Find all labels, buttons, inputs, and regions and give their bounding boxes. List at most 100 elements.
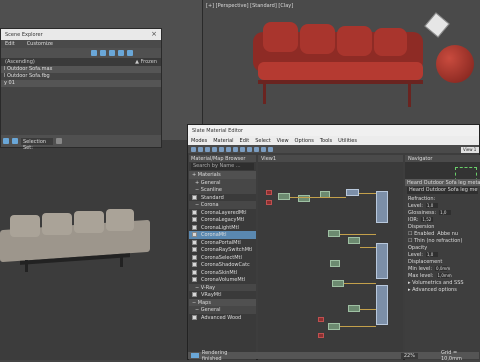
material-swatch-icon [192, 277, 197, 282]
col-name[interactable]: (Ascending) [5, 59, 35, 65]
navigator-title: Navigator [405, 155, 480, 162]
hide-icon[interactable] [226, 146, 231, 152]
camera-icon[interactable] [109, 50, 115, 56]
map-node[interactable] [328, 323, 340, 330]
material-type-item[interactable]: CoronaPortalMtl [189, 239, 256, 247]
viewport-label[interactable]: [+] [Perspective] [Standard] [Clay] [206, 3, 293, 9]
param-spinner[interactable]: 1,0 [425, 252, 438, 257]
show-map-icon[interactable] [233, 146, 238, 152]
material-type-item[interactable]: CoronaVolumeMtl [189, 276, 256, 284]
menu-material[interactable]: Material [213, 138, 233, 144]
red-sofa-model[interactable] [253, 22, 433, 112]
material-type-item[interactable]: CoronaLegacyMtl [189, 216, 256, 224]
close-icon[interactable]: × [151, 30, 157, 38]
layout-children-icon[interactable] [247, 146, 252, 152]
move-children-icon[interactable] [219, 146, 224, 152]
list-item[interactable]: l Outdoor Sofa.max [1, 66, 161, 73]
tree-group[interactable]: − Corona [189, 201, 256, 209]
col-frozen[interactable]: ▲ Frozen [135, 59, 157, 65]
material-node[interactable] [266, 200, 272, 205]
node-view[interactable]: View1 [258, 155, 403, 360]
material-name-field[interactable]: Heard Outdoor Sofa leg metall [407, 187, 478, 194]
map-node[interactable] [328, 230, 340, 237]
list-item[interactable]: l Outdoor Sofa.fbg [1, 73, 161, 80]
menu-edit[interactable]: Edit [5, 41, 15, 47]
material-type-item[interactable]: CoronaRaySwitchMtl [189, 246, 256, 254]
menu-utilities[interactable]: Utilities [338, 138, 357, 144]
material-swatch-icon [192, 217, 197, 222]
search-input[interactable]: Search by Name ... [191, 163, 254, 170]
material-node[interactable] [318, 317, 324, 322]
red-sphere-model[interactable] [436, 45, 474, 83]
map-node[interactable] [330, 260, 340, 267]
menu-customize[interactable]: Customize [27, 41, 53, 47]
material-node[interactable] [266, 190, 272, 195]
delete-icon[interactable] [212, 146, 217, 152]
menu-tools[interactable]: Tools [320, 138, 332, 144]
select-tool-icon[interactable] [191, 146, 196, 152]
assign-material-icon[interactable] [205, 146, 210, 152]
param-spinner[interactable]: 0,0mm [435, 266, 450, 271]
tree-group[interactable]: − Scanline [189, 186, 256, 194]
grey-sofa-model[interactable] [0, 205, 150, 275]
material-type-item[interactable]: CoronaMtl [189, 231, 256, 239]
sort-icon[interactable] [12, 138, 18, 144]
menu-modes[interactable]: Modes [191, 138, 207, 144]
menu-select[interactable]: Select [255, 138, 270, 144]
param-label: Min level: [408, 265, 433, 272]
list-item[interactable]: y 01 [1, 80, 161, 87]
material-type-item[interactable]: CoronaLayeredMtl [189, 209, 256, 217]
view-tab[interactable]: View 1 [461, 147, 479, 153]
scene-explorer-window[interactable]: Scene Explorer × Edit Customize (Ascendi… [0, 28, 162, 151]
pick-material-icon[interactable] [198, 146, 203, 152]
material-type-item[interactable]: CoronaLightMtl [189, 224, 256, 232]
material-type-item[interactable]: CoronaSkinMtl [189, 269, 256, 277]
sme-titlebar[interactable]: Slate Material Editor [188, 125, 479, 136]
material-type-item[interactable]: CoronaShadowCatc [189, 261, 256, 269]
material-node[interactable] [376, 191, 388, 223]
map-node[interactable] [346, 189, 359, 196]
menu-edit[interactable]: Edit [240, 138, 250, 144]
menu-view[interactable]: View [277, 138, 289, 144]
menu-options[interactable]: Options [295, 138, 314, 144]
tree-group[interactable]: + Materials [189, 171, 256, 179]
slate-material-editor-window[interactable]: Slate Material Editor Modes Material Edi… [187, 124, 480, 362]
material-node[interactable] [376, 285, 388, 325]
map-node[interactable] [348, 305, 360, 312]
tree-group[interactable]: − General [189, 306, 256, 314]
layer-icon[interactable] [3, 138, 9, 144]
map-node[interactable] [332, 280, 344, 287]
material-node[interactable] [376, 243, 388, 279]
shape-icon[interactable] [127, 50, 133, 56]
param-spinner[interactable]: 1,0 [439, 210, 452, 215]
material-swatch-icon [192, 224, 197, 230]
tree-group[interactable]: + General [189, 178, 256, 186]
material-swatch-icon [192, 269, 197, 275]
tree-group[interactable]: − Maps [189, 298, 256, 306]
layout-icon[interactable] [240, 146, 245, 152]
map-node[interactable] [278, 193, 290, 200]
sme-toolbar [188, 145, 479, 153]
light-icon[interactable] [100, 50, 106, 56]
select-by-material-icon[interactable] [268, 146, 273, 152]
map-node[interactable] [348, 237, 360, 244]
material-swatch-icon [192, 194, 197, 200]
scene-explorer-titlebar[interactable]: Scene Explorer × [1, 29, 161, 40]
material-type-item[interactable]: VRayMtl [189, 291, 256, 299]
tree-group[interactable]: − V-Ray [189, 283, 256, 291]
param-spinner[interactable]: 1,0mm [436, 273, 452, 278]
filter-icon[interactable] [91, 50, 97, 56]
helper-icon[interactable] [118, 50, 124, 56]
perspective-viewport[interactable]: [+] [Perspective] [Standard] [Clay] [203, 0, 480, 125]
zoom-level[interactable]: 22% [400, 352, 418, 359]
param-spinner[interactable]: 1,52 [421, 217, 434, 222]
material-type-item[interactable]: Advanced Wood [189, 314, 256, 322]
param-row: Level: 1,0 [405, 251, 480, 258]
selection-set-dropdown[interactable] [56, 138, 62, 144]
material-type-item[interactable]: CoronaSelectMtl [189, 254, 256, 262]
hide-unused-icon[interactable] [261, 146, 266, 152]
material-id-icon[interactable] [254, 146, 259, 152]
param-spinner[interactable]: 1,0 [425, 203, 438, 208]
material-node[interactable] [318, 333, 324, 338]
material-type-item[interactable]: Standard [189, 194, 256, 202]
